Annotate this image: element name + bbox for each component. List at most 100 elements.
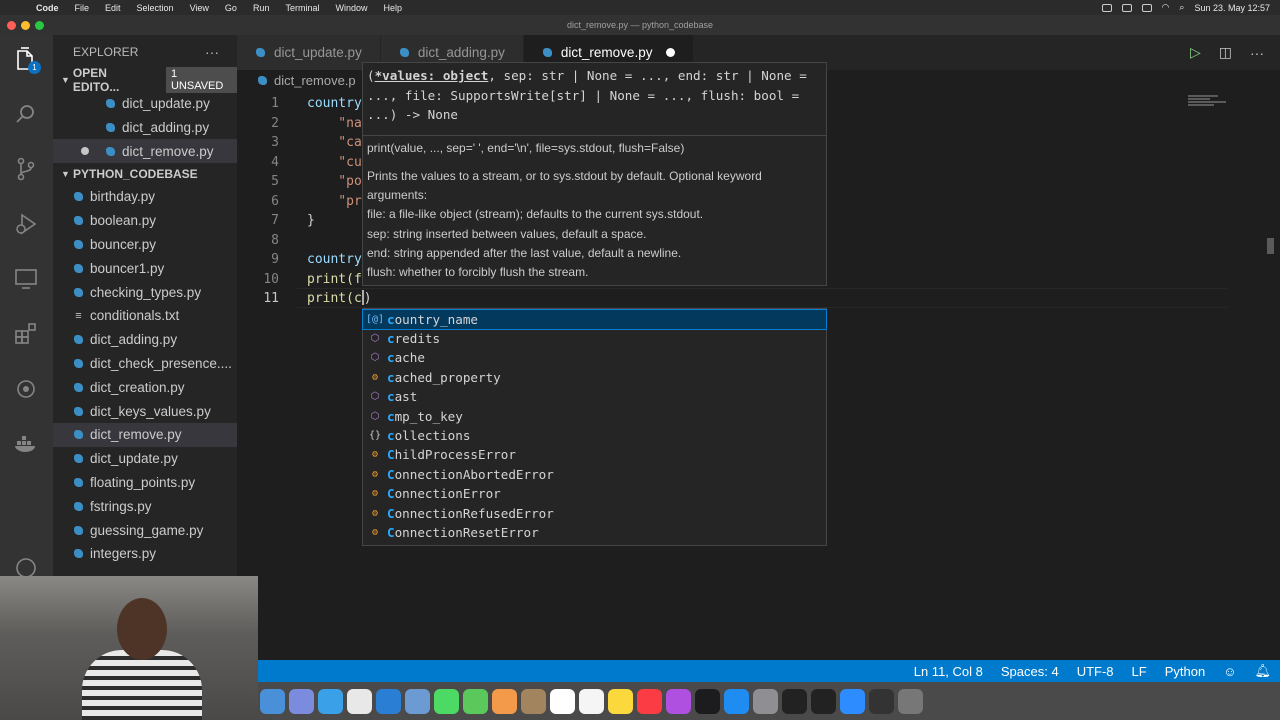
- notifications-icon[interactable]: 🔔︎: [1245, 663, 1280, 679]
- scrollbar-thumb[interactable]: [1267, 238, 1274, 254]
- open-editor-item[interactable]: dict_adding.py: [53, 115, 237, 139]
- battery-icon[interactable]: [1141, 3, 1152, 12]
- menu-edit[interactable]: Edit: [97, 3, 129, 13]
- dock-app-icon[interactable]: [492, 688, 517, 714]
- search-icon[interactable]: [13, 101, 39, 127]
- file-tree-item[interactable]: ≡ conditionals.txt: [53, 304, 237, 328]
- menu-view[interactable]: View: [182, 3, 217, 13]
- dock-app-icon[interactable]: [318, 688, 343, 714]
- more-actions-icon[interactable]: ···: [1250, 45, 1264, 61]
- suggestion-item[interactable]: ⚙ ConnectionRefusedError: [363, 504, 826, 523]
- breadcrumb-file[interactable]: dict_remove.p: [274, 73, 356, 88]
- file-tree-item[interactable]: dict_creation.py: [53, 375, 237, 399]
- file-tree-item[interactable]: bouncer1.py: [53, 256, 237, 280]
- suggestion-item[interactable]: [@] c ountry_name: [362, 308, 827, 330]
- menubar-clock[interactable]: Sun 23. May 12:57: [1194, 3, 1270, 13]
- chevron-down-icon[interactable]: ▼: [61, 75, 73, 85]
- dock-app-icon[interactable]: [550, 688, 575, 714]
- dock-app-icon[interactable]: [637, 688, 662, 714]
- menu-terminal[interactable]: Terminal: [277, 3, 327, 13]
- menu-run[interactable]: Run: [245, 3, 278, 13]
- explorer-icon[interactable]: 1: [13, 46, 41, 74]
- dock-app-icon[interactable]: [405, 688, 430, 714]
- remote-explorer-icon[interactable]: [13, 266, 39, 292]
- menu-go[interactable]: Go: [217, 3, 245, 13]
- source-control-icon[interactable]: [13, 156, 39, 182]
- file-tree-item[interactable]: floating_points.py: [53, 471, 237, 495]
- dock-app-icon[interactable]: [811, 688, 836, 714]
- menu-selection[interactable]: Selection: [129, 3, 182, 13]
- spotlight-icon[interactable]: ⌕: [1179, 2, 1184, 13]
- run-python-icon[interactable]: ▷: [1190, 44, 1201, 61]
- dock-app-icon[interactable]: [579, 688, 604, 714]
- code-line[interactable]: country: [307, 94, 362, 114]
- menu-file[interactable]: File: [67, 3, 98, 13]
- folder-section[interactable]: ▼ PYTHON_CODEBASE: [53, 163, 237, 185]
- cursor-position[interactable]: Ln 11, Col 8: [905, 664, 992, 679]
- suggestion-item[interactable]: ⚙ ConnectionAbortedError: [363, 465, 826, 484]
- file-tree-item[interactable]: guessing_game.py: [53, 518, 237, 542]
- run-debug-icon[interactable]: [13, 211, 39, 237]
- suggestion-item[interactable]: {} c ollections: [363, 426, 826, 445]
- file-tree-item[interactable]: bouncer.py: [53, 233, 237, 257]
- suggestion-item[interactable]: ⬡ c ache: [363, 348, 826, 367]
- dock-app-icon[interactable]: [695, 688, 720, 714]
- indentation[interactable]: Spaces: 4: [992, 664, 1068, 679]
- code-line[interactable]: "pr: [307, 192, 362, 212]
- minimize-window-icon[interactable]: [21, 21, 30, 30]
- extensions-icon[interactable]: [13, 321, 39, 347]
- suggestion-item[interactable]: ⬡ c mp_to_key: [363, 407, 826, 426]
- file-tree-item[interactable]: fstrings.py: [53, 494, 237, 518]
- suggestion-item[interactable]: ⚙ ChildProcessError: [363, 445, 826, 464]
- suggestion-item[interactable]: ⚙ ConnectionError: [363, 484, 826, 503]
- code-line[interactable]: }: [307, 211, 315, 231]
- status-icon[interactable]: [1101, 3, 1112, 12]
- gitlens-icon[interactable]: [13, 376, 39, 402]
- file-tree-item[interactable]: boolean.py: [53, 209, 237, 233]
- file-tree-item[interactable]: integers.py: [53, 542, 237, 566]
- tab-dict-update[interactable]: dict_update.py: [237, 35, 381, 70]
- file-tree-item[interactable]: dict_keys_values.py: [53, 399, 237, 423]
- open-editors-section[interactable]: ▼ OPEN EDITO... 1 UNSAVED: [53, 66, 237, 94]
- status-icon[interactable]: [1121, 3, 1132, 12]
- split-editor-icon[interactable]: ◫: [1219, 44, 1232, 61]
- wifi-icon[interactable]: ◠: [1162, 2, 1170, 13]
- suggestion-item[interactable]: ⬡ c ast: [363, 387, 826, 406]
- code-line[interactable]: country: [307, 250, 362, 270]
- file-tree-item[interactable]: birthday.py: [53, 185, 237, 209]
- suggestion-item[interactable]: ⚙ c ached_property: [363, 368, 826, 387]
- unsaved-dot-icon[interactable]: [666, 48, 676, 57]
- explorer-more-icon[interactable]: ···: [205, 44, 237, 60]
- code-line[interactable]: print(c): [307, 289, 372, 309]
- line-endings[interactable]: LF: [1123, 664, 1156, 679]
- chevron-down-icon[interactable]: ▼: [61, 169, 73, 179]
- dock-app-icon[interactable]: [724, 688, 749, 714]
- dock-app-icon[interactable]: [260, 688, 285, 714]
- dock-app-icon[interactable]: [666, 688, 691, 714]
- dock-app-icon[interactable]: [782, 688, 807, 714]
- file-tree-item[interactable]: dict_adding.py: [53, 328, 237, 352]
- unsaved-dot-icon[interactable]: [81, 147, 89, 155]
- dock-app-icon[interactable]: [521, 688, 546, 714]
- feedback-icon[interactable]: ☺: [1214, 664, 1245, 679]
- dock-app-icon[interactable]: [869, 688, 894, 714]
- dock-app-icon[interactable]: [898, 688, 923, 714]
- signature-help-popup[interactable]: (*values: object, sep: str | None = ...,…: [362, 62, 827, 286]
- dock-app-icon[interactable]: [463, 688, 488, 714]
- autocomplete-list[interactable]: [@] c ountry_name ⬡ c redits ⬡ c ache ⚙ c ached_pro…: [362, 308, 827, 546]
- code-line[interactable]: "cu: [307, 153, 362, 173]
- dock-app-icon[interactable]: [289, 688, 314, 714]
- file-tree-item[interactable]: dict_remove.py: [53, 422, 237, 447]
- suggestion-item[interactable]: ⬡ c redits: [363, 329, 826, 348]
- menu-window[interactable]: Window: [327, 3, 375, 13]
- open-editor-item[interactable]: dict_remove.py: [53, 139, 237, 163]
- code-line[interactable]: "po: [307, 172, 362, 192]
- zoom-window-icon[interactable]: [35, 21, 44, 30]
- open-editor-item[interactable]: dict_update.py: [53, 91, 237, 115]
- dock-app-icon[interactable]: [376, 688, 401, 714]
- dock-app-icon[interactable]: [434, 688, 459, 714]
- dock-app-icon[interactable]: [608, 688, 633, 714]
- language-mode[interactable]: Python: [1156, 664, 1214, 679]
- file-tree-item[interactable]: dict_check_presence....: [53, 352, 237, 376]
- code-line[interactable]: print(f: [307, 270, 362, 290]
